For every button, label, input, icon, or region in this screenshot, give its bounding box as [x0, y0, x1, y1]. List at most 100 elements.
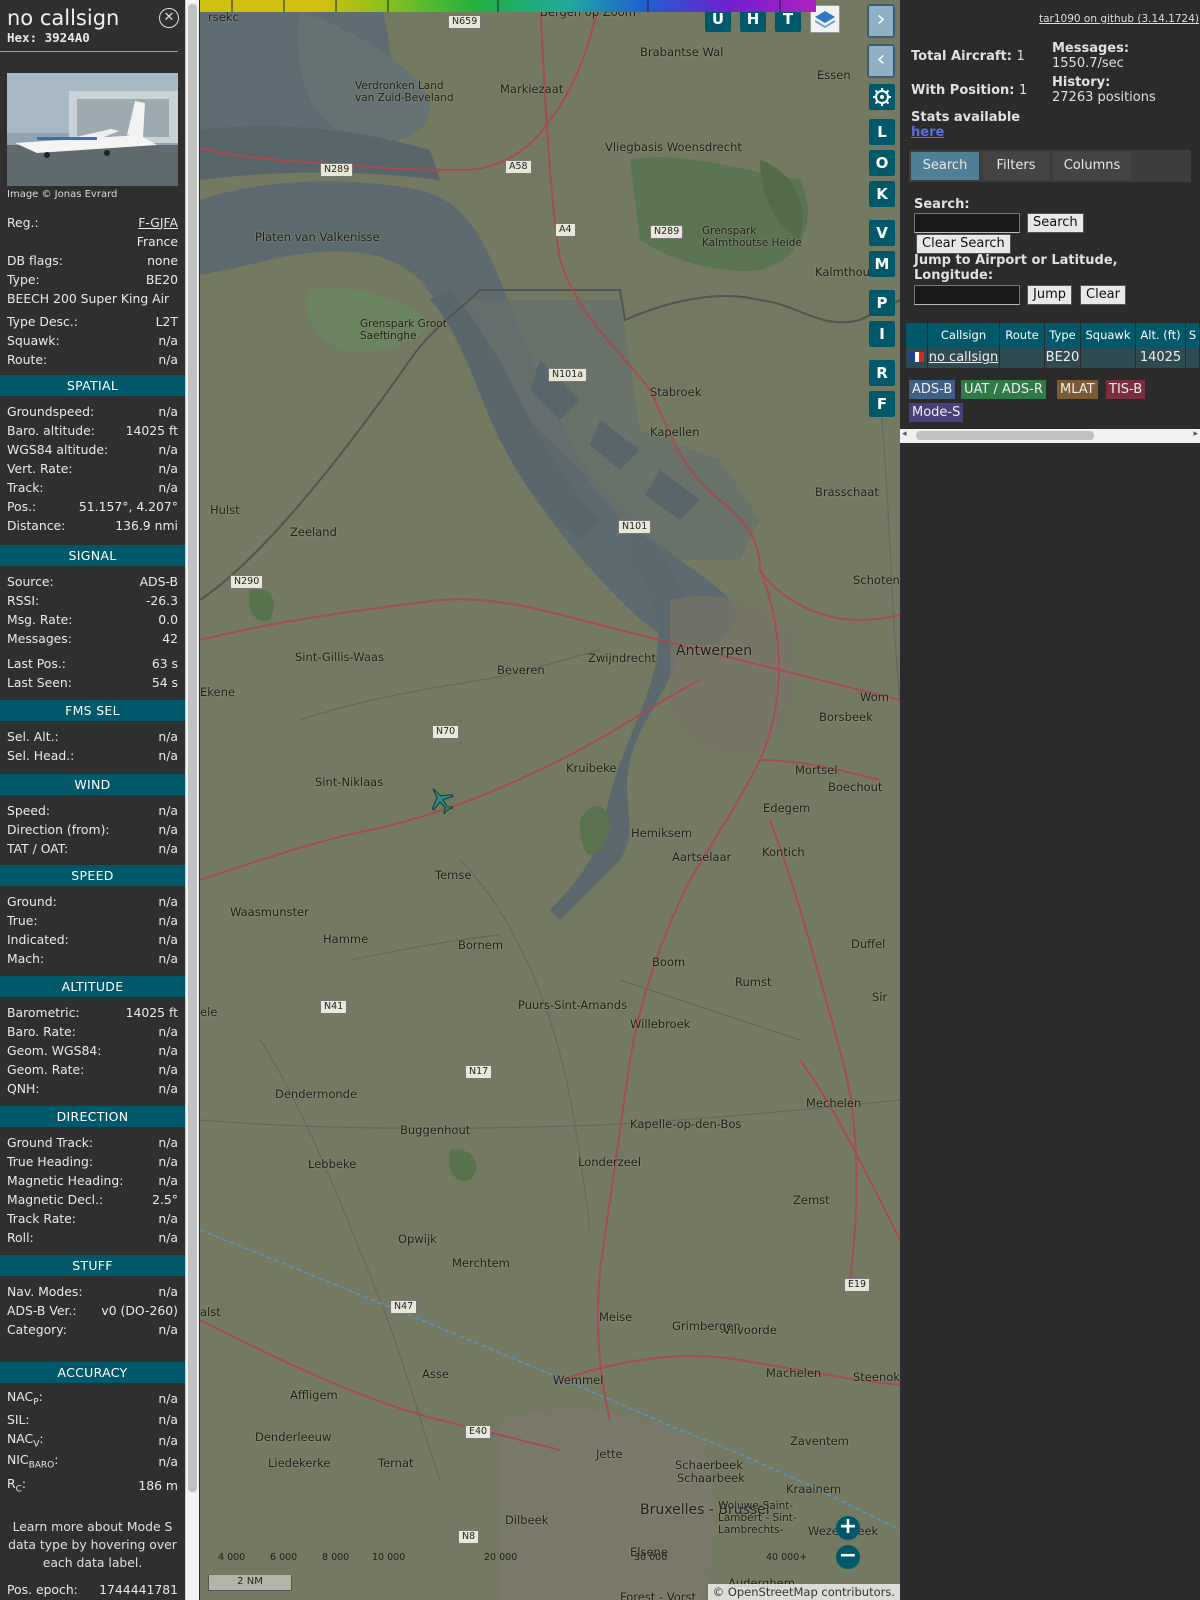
table-horizontal-scrollbar[interactable]: ◂ ▸: [900, 429, 1200, 443]
toggle-m-button[interactable]: M: [869, 251, 895, 277]
label-fms-1[interactable]: Sel. Head.:: [7, 748, 74, 763]
label-altitude-4[interactable]: QNH:: [7, 1081, 40, 1096]
label-direction-2[interactable]: Magnetic Heading:: [7, 1173, 123, 1188]
cell-alt[interactable]: 14025: [1136, 347, 1186, 368]
label-spatial-3[interactable]: Vert. Rate:: [7, 461, 73, 476]
cell-flag[interactable]: [906, 347, 928, 368]
reg-link[interactable]: F-GJFA: [138, 215, 178, 230]
toggle-o-button[interactable]: O: [869, 150, 895, 176]
toggle-l-button[interactable]: L: [869, 119, 895, 145]
tab-columns[interactable]: Columns: [1053, 152, 1131, 180]
label-spatial-2[interactable]: WGS84 altitude:: [7, 442, 108, 457]
sidebar-scroll-thumb[interactable]: [188, 4, 197, 1492]
col-alt[interactable]: Alt. (ft): [1136, 323, 1186, 347]
row-spatial-3: Vert. Rate: n/a: [7, 459, 178, 477]
label-spatial-0[interactable]: Groundspeed:: [7, 404, 94, 419]
toggle-k-button[interactable]: K: [869, 181, 895, 207]
source-uat[interactable]: UAT / ADS-R: [961, 380, 1046, 399]
scroll-left-icon[interactable]: ◂: [902, 429, 907, 439]
label-spatial-6[interactable]: Distance:: [7, 518, 65, 533]
label-altitude-0[interactable]: Barometric:: [7, 1005, 80, 1020]
gear-icon[interactable]: [869, 84, 895, 110]
row-stuff-1: ADS-B Ver.: v0 (DO-260): [7, 1301, 178, 1319]
label-spatial-4[interactable]: Track:: [7, 480, 44, 495]
label-altitude-3[interactable]: Geom. Rate:: [7, 1062, 84, 1077]
label-altitude-2[interactable]: Geom. WGS84:: [7, 1043, 101, 1058]
tab-search[interactable]: Search: [911, 152, 979, 180]
expand-panel-button[interactable]: ›: [867, 4, 895, 38]
clear-button[interactable]: Clear: [1080, 285, 1126, 305]
github-link[interactable]: tar1090 on github (3.14.1724): [1039, 13, 1199, 25]
label-direction-5[interactable]: Roll:: [7, 1230, 34, 1245]
label-direction-0[interactable]: Ground Track:: [7, 1135, 93, 1150]
cell-route[interactable]: [1000, 347, 1045, 368]
toggle-r-button[interactable]: R: [869, 360, 895, 386]
label-signal-0[interactable]: Source:: [7, 574, 54, 589]
aircraft-photo[interactable]: [7, 73, 178, 186]
cell-squawk[interactable]: [1081, 347, 1136, 368]
label-speed-1[interactable]: True:: [7, 913, 38, 928]
jump-button[interactable]: Jump: [1027, 285, 1072, 305]
stats-link[interactable]: here: [911, 125, 944, 140]
value-nicbaro: n/a: [158, 1453, 178, 1469]
label-speed-2[interactable]: Indicated:: [7, 932, 69, 947]
label-signal-4[interactable]: Last Pos.:: [7, 656, 66, 671]
label-spatial-5[interactable]: Pos.:: [7, 499, 36, 514]
scroll-right-icon[interactable]: ▸: [1193, 429, 1198, 439]
search-input[interactable]: [914, 213, 1020, 233]
label-rc[interactable]: RC:: [7, 1476, 26, 1494]
source-adsb[interactable]: ADS-B: [909, 380, 956, 399]
label-spatial-1[interactable]: Baro. altitude:: [7, 423, 95, 438]
label-stuff-0[interactable]: Nav. Modes:: [7, 1284, 83, 1299]
label-direction-1[interactable]: True Heading:: [7, 1154, 93, 1169]
sidebar-scrollbar[interactable]: [185, 0, 199, 1600]
jump-input[interactable]: [914, 285, 1020, 305]
label-direction-3[interactable]: Magnetic Decl.:: [7, 1192, 103, 1207]
tab-filters[interactable]: Filters: [983, 152, 1049, 180]
label-signal-5[interactable]: Last Seen:: [7, 675, 72, 690]
label-signal-2[interactable]: Msg. Rate:: [7, 612, 72, 627]
col-route[interactable]: Route: [1000, 323, 1045, 347]
toggle-p-button[interactable]: P: [869, 290, 895, 316]
label-speed-0[interactable]: Ground:: [7, 894, 57, 909]
label-wind-1[interactable]: Direction (from):: [7, 822, 110, 837]
toggle-i-button[interactable]: I: [869, 321, 895, 347]
cell-s[interactable]: [1186, 347, 1200, 368]
label-nicbaro[interactable]: NICBARO:: [7, 1452, 58, 1470]
osm-link[interactable]: OpenStreetMap: [728, 1585, 818, 1599]
label-nacp[interactable]: NACP:: [7, 1389, 43, 1407]
col-s[interactable]: S: [1186, 323, 1200, 347]
label-sil[interactable]: SIL:: [7, 1412, 30, 1427]
collapse-panel-button[interactable]: ‹: [867, 44, 895, 78]
label-signal-1[interactable]: RSSI:: [7, 593, 39, 608]
col-flag[interactable]: [906, 323, 928, 347]
label-speed-3[interactable]: Mach:: [7, 951, 44, 966]
label-stuff-2[interactable]: Category:: [7, 1322, 67, 1337]
clear-search-button[interactable]: Clear Search: [916, 234, 1011, 254]
map-view[interactable]: Bergen op Zoom Essen Brabantse Wal Markieza…: [200, 0, 900, 1600]
label-fms-0[interactable]: Sel. Alt.:: [7, 729, 59, 744]
label-signal-3[interactable]: Messages:: [7, 631, 72, 646]
zoom-in-button[interactable]: +: [836, 1516, 860, 1540]
toggle-v-button[interactable]: V: [869, 220, 895, 246]
cell-type[interactable]: BE20: [1045, 347, 1081, 368]
label-wind-2[interactable]: TAT / OAT:: [7, 841, 68, 856]
close-icon[interactable]: ✕: [159, 8, 179, 28]
source-tisb[interactable]: TIS-B: [1106, 380, 1146, 399]
zoom-out-button[interactable]: −: [836, 1545, 860, 1569]
col-type[interactable]: Type: [1045, 323, 1081, 347]
search-button[interactable]: Search: [1027, 213, 1084, 233]
col-callsign[interactable]: Callsign: [928, 323, 1000, 347]
cell-callsign[interactable]: no callsign: [928, 347, 1000, 368]
label-direction-4[interactable]: Track Rate:: [7, 1211, 76, 1226]
label-nacv[interactable]: NACV:: [7, 1431, 44, 1449]
col-squawk[interactable]: Squawk: [1081, 323, 1136, 347]
source-mlat[interactable]: MLAT: [1057, 380, 1098, 399]
label-altitude-1[interactable]: Baro. Rate:: [7, 1024, 76, 1039]
label-stuff-1[interactable]: ADS-B Ver.:: [7, 1303, 77, 1318]
toggle-f-button[interactable]: F: [869, 391, 895, 417]
source-modes[interactable]: Mode-S: [909, 403, 964, 422]
value-altitude-0: 14025 ft: [125, 1004, 178, 1020]
table-scroll-thumb[interactable]: [916, 431, 1094, 440]
label-wind-0[interactable]: Speed:: [7, 803, 50, 818]
